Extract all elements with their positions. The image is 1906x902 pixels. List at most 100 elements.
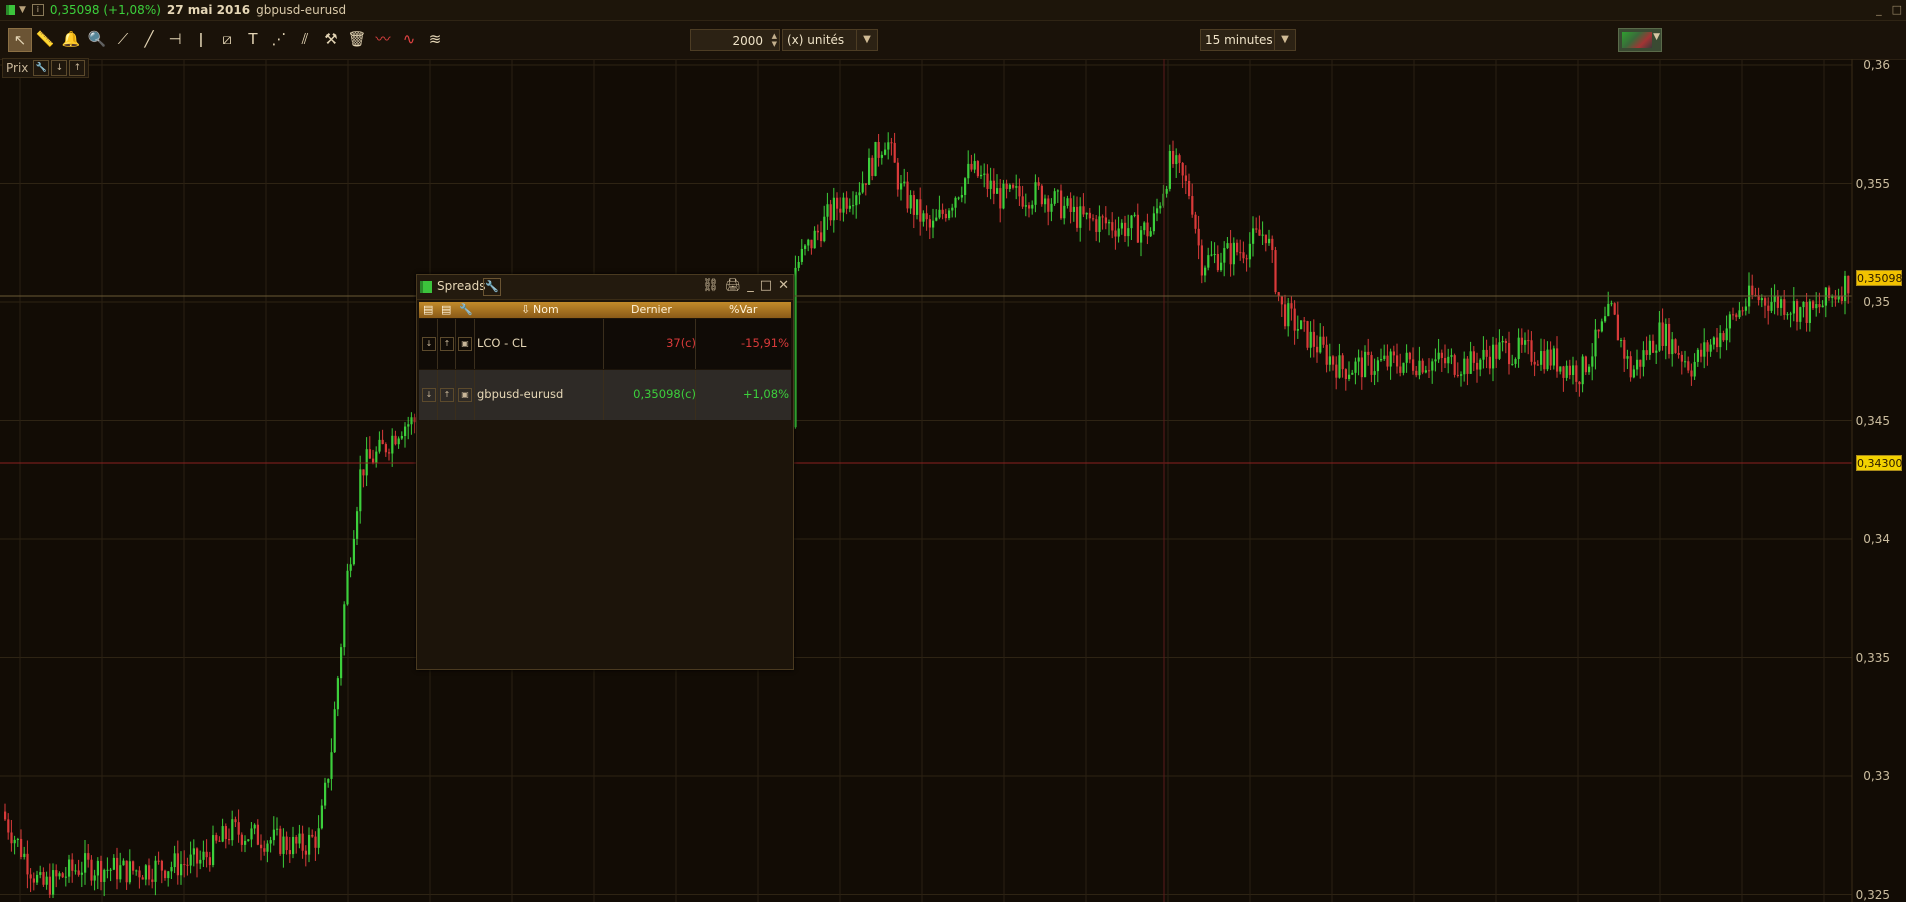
trash-icon[interactable]: 🗑 xyxy=(346,28,368,50)
pitchfork-icon[interactable]: ⫽ xyxy=(294,28,316,50)
candle-body xyxy=(1684,361,1687,363)
menu-dropdown-icon[interactable]: ▼ xyxy=(19,5,26,15)
candle-body xyxy=(1789,313,1792,315)
move-down-icon[interactable]: ↓ xyxy=(422,388,436,402)
maximize-icon[interactable]: □ xyxy=(760,278,772,293)
axis-tick-label: 0,34 xyxy=(1863,532,1890,546)
horizontal-line-icon[interactable]: ⊣ xyxy=(164,28,186,50)
candle-body xyxy=(1242,252,1245,259)
candle-body xyxy=(1120,222,1123,229)
candle-body xyxy=(26,853,29,875)
candle-body xyxy=(912,195,915,215)
candle-body xyxy=(1005,183,1008,189)
quantity-stepper-icon[interactable]: ▲ ▼ xyxy=(772,32,777,48)
candle-body xyxy=(1290,303,1293,309)
price-chart[interactable]: 0,36 0,355 0,35 0,345 0,34 0,335 0,33 0,325 0,3… xyxy=(0,58,1906,902)
text-icon[interactable]: T xyxy=(242,28,264,50)
import-icon[interactable]: ▤ xyxy=(441,303,451,316)
candle-body xyxy=(1552,348,1555,366)
title-bar: ▼ i 0,35098 (+1,08%) 27 mai 2016 gbpusd-… xyxy=(0,0,1906,21)
chevron-down-icon[interactable]: ▼ xyxy=(1274,30,1295,50)
candle-body xyxy=(1127,228,1130,237)
candle-body xyxy=(327,778,330,783)
quantity-input[interactable]: 2000 ▲ ▼ xyxy=(690,29,780,51)
wrench-icon[interactable]: 🔧 xyxy=(483,278,501,296)
candle-body xyxy=(1050,203,1053,212)
candle-body xyxy=(1680,354,1683,362)
chart-icon[interactable]: ▣ xyxy=(458,388,472,402)
indicator-icon[interactable]: 〰 xyxy=(372,28,394,50)
sort-icon[interactable]: ⇩ xyxy=(521,303,530,316)
ray-icon[interactable]: ╱ xyxy=(138,28,160,50)
candle-body xyxy=(1245,258,1248,260)
candle-body xyxy=(1786,314,1789,316)
ruler-icon[interactable]: 📏 xyxy=(34,28,56,50)
candle-body xyxy=(1732,314,1735,316)
candle-body xyxy=(884,149,887,155)
candle-body xyxy=(1517,337,1520,360)
chevron-down-icon: ▼ xyxy=(1653,32,1660,42)
candle-body xyxy=(103,869,106,882)
candle-body xyxy=(1488,356,1491,369)
zoom-icon[interactable]: 🔍 xyxy=(86,28,108,50)
channel-icon[interactable]: ⋰ xyxy=(268,28,290,50)
candle-body xyxy=(1498,342,1501,359)
candle-body xyxy=(1780,299,1783,308)
candle-body xyxy=(999,188,1002,209)
column-var[interactable]: %Var xyxy=(729,303,757,316)
candle-body xyxy=(1037,182,1040,186)
candle-body xyxy=(1098,216,1101,232)
candle-body xyxy=(1469,351,1472,374)
move-up-icon[interactable]: ↑ xyxy=(440,337,454,351)
column-divider xyxy=(603,319,604,369)
candle-body xyxy=(1536,364,1539,366)
move-up-icon[interactable]: ↑ xyxy=(69,60,86,76)
candle-body xyxy=(1792,301,1795,314)
close-icon[interactable]: ✕ xyxy=(778,278,789,293)
info-icon[interactable]: i xyxy=(31,4,44,16)
wrench-icon[interactable]: 🔧 xyxy=(33,60,50,76)
line-icon[interactable]: ⟋ xyxy=(112,28,134,50)
fibonacci-icon[interactable]: ⧄ xyxy=(216,28,238,50)
chart-layout-button[interactable]: ▼ xyxy=(1618,28,1662,52)
timeframe-select[interactable]: 15 minutes ▼ xyxy=(1200,29,1296,51)
chart-icon[interactable]: ▣ xyxy=(458,337,472,351)
candle-body xyxy=(1661,322,1664,346)
pointer-icon[interactable]: ↖ xyxy=(8,28,32,52)
export-icon[interactable]: ▤ xyxy=(423,303,433,316)
move-up-icon[interactable]: ↑ xyxy=(440,388,454,402)
move-down-icon[interactable]: ↓ xyxy=(422,337,436,351)
column-divider xyxy=(455,370,456,420)
candle-body xyxy=(71,859,74,871)
table-row[interactable]: ↓ ↑ ▣ LCO - CL 37(c) -15,91% xyxy=(419,319,791,369)
alert-icon[interactable]: 🔔 xyxy=(60,28,82,50)
column-name[interactable]: Nom xyxy=(533,303,559,316)
chart-layout-icon xyxy=(1622,32,1652,48)
link-icon[interactable]: ⛓ xyxy=(702,278,719,293)
oscillator-icon[interactable]: ∿ xyxy=(398,28,420,50)
restore-button[interactable]: □ xyxy=(1892,3,1902,16)
table-row[interactable]: ↓ ↑ ▣ gbpusd-eurusd 0,35098(c) +1,08% xyxy=(419,370,791,420)
levels-icon[interactable]: ≋ xyxy=(424,28,446,50)
move-down-icon[interactable]: ↓ xyxy=(51,60,68,76)
units-select[interactable]: (x) unités ▼ xyxy=(782,29,878,51)
candle-body xyxy=(269,840,272,844)
wrench-icon[interactable]: 🔧 xyxy=(459,303,473,316)
candle-body xyxy=(1556,348,1559,372)
candle-body xyxy=(832,197,835,221)
candle-body xyxy=(1668,323,1671,355)
candle-body xyxy=(215,835,218,841)
chevron-down-icon[interactable]: ▼ xyxy=(856,30,877,50)
minimize-icon[interactable]: _ xyxy=(747,278,754,293)
minimize-button[interactable]: _ xyxy=(1876,3,1882,16)
candle-body xyxy=(112,857,115,870)
vertical-line-icon[interactable]: ǀ xyxy=(190,28,212,50)
tools-icon[interactable]: ⚒ xyxy=(320,28,342,50)
column-last[interactable]: Dernier xyxy=(631,303,672,316)
candlestick-chart[interactable] xyxy=(0,59,1906,902)
candle-body xyxy=(80,872,83,875)
spreads-title-bar[interactable]: Spreads 🔧 ⛓ 🖨 _ □ ✕ xyxy=(417,275,793,300)
print-icon[interactable]: 🖨 xyxy=(725,278,742,293)
candle-body xyxy=(1428,370,1431,372)
candle-body xyxy=(64,876,67,878)
